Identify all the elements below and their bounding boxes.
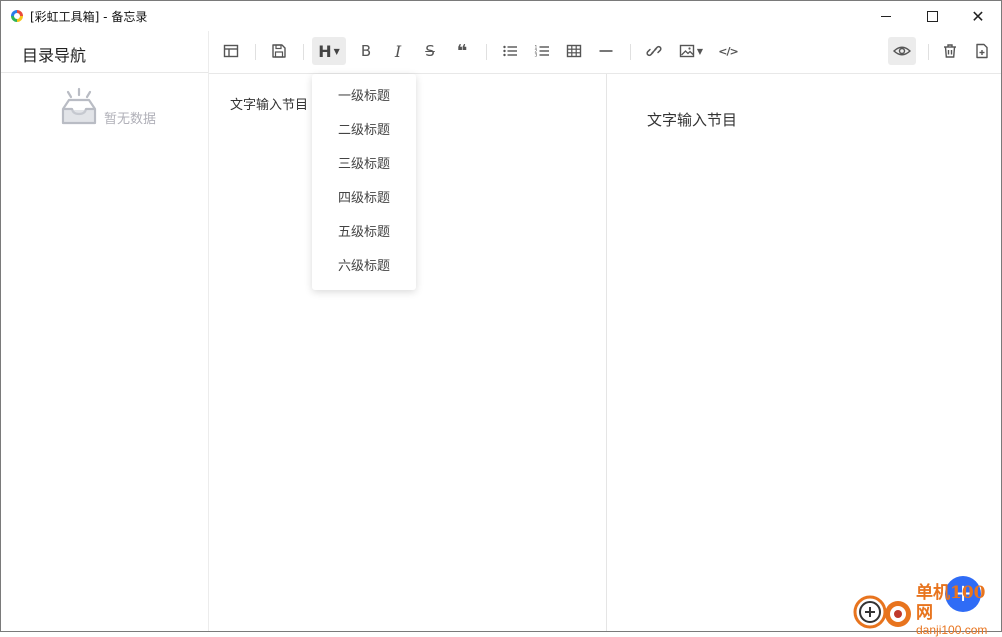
maximize-button[interactable] xyxy=(909,1,955,31)
heading-icon: H xyxy=(318,41,332,61)
heading-dropdown-menu: 一级标题 二级标题 三级标题 四级标题 五级标题 六级标题 xyxy=(312,74,416,290)
new-file-button[interactable] xyxy=(968,37,996,65)
preview-toggle-button[interactable] xyxy=(888,37,916,65)
app-logo-icon xyxy=(11,10,23,22)
app-window: [彩虹工具箱] - 备忘录 ✕ 目录导航 暂无数据 H ▼ B I S ❝ 1 … xyxy=(0,0,1002,632)
watermark-logo-icon xyxy=(852,588,914,632)
horizontal-rule-button[interactable] xyxy=(592,37,620,65)
code-icon: </> xyxy=(718,44,738,58)
sidebar: 目录导航 暂无数据 xyxy=(1,31,209,631)
table-icon xyxy=(566,44,582,58)
empty-inbox-icon xyxy=(61,87,97,125)
editor-toolbar: H ▼ B I S ❝ 123 ▼ </> xyxy=(209,31,1001,74)
minimize-icon xyxy=(881,15,891,17)
ordered-list-icon: 123 xyxy=(535,45,549,59)
italic-icon: I xyxy=(394,41,402,61)
delete-button[interactable] xyxy=(936,37,964,65)
toolbar-separator xyxy=(255,44,256,60)
maximize-icon xyxy=(926,10,938,22)
link-icon xyxy=(646,46,662,56)
watermark: 单机100网 danji100.com xyxy=(852,583,1002,637)
close-icon: ✕ xyxy=(971,6,985,26)
toolbar-separator xyxy=(928,44,929,60)
strikethrough-icon: S xyxy=(425,42,435,60)
empty-state: 暂无数据 xyxy=(57,87,156,127)
heading-menu-item-h3[interactable]: 三级标题 xyxy=(312,148,416,182)
table-button[interactable] xyxy=(560,37,588,65)
heading-button[interactable]: H ▼ xyxy=(312,37,346,65)
chevron-down-icon: ▼ xyxy=(333,46,340,56)
heading-menu-item-h1[interactable]: 一级标题 xyxy=(312,80,416,114)
editor-content[interactable]: 文字输入节目 xyxy=(230,94,308,113)
quote-button[interactable]: ❝ xyxy=(448,37,476,65)
empty-text: 暂无数据 xyxy=(104,111,157,127)
horizontal-rule-icon xyxy=(599,50,613,52)
toolbar-separator xyxy=(630,44,631,60)
bold-icon: B xyxy=(360,42,372,60)
link-button[interactable] xyxy=(640,37,668,65)
layout-icon xyxy=(223,44,239,58)
sidebar-divider xyxy=(1,72,208,73)
heading-menu-item-h4[interactable]: 四级标题 xyxy=(312,182,416,216)
sidebar-title: 目录导航 xyxy=(22,46,87,65)
heading-menu-item-h5[interactable]: 五级标题 xyxy=(312,216,416,250)
preview-content: 文字输入节目 xyxy=(647,111,738,129)
toolbar-separator xyxy=(486,44,487,60)
heading-menu-item-h2[interactable]: 二级标题 xyxy=(312,114,416,148)
watermark-url: danji100.com xyxy=(916,623,988,637)
image-button[interactable]: ▼ xyxy=(674,37,708,65)
bold-button[interactable]: B xyxy=(352,37,380,65)
window-title: [彩虹工具箱] - 备忘录 xyxy=(30,9,148,24)
preview-pane: 文字输入节目 xyxy=(607,74,1001,631)
strikethrough-button[interactable]: S xyxy=(416,37,444,65)
save-icon xyxy=(272,44,286,58)
toolbar-separator xyxy=(303,44,304,60)
layout-button[interactable] xyxy=(217,37,245,65)
title-bar: [彩虹工具箱] - 备忘录 ✕ xyxy=(1,1,1001,31)
code-button[interactable]: </> xyxy=(714,37,742,65)
heading-menu-item-h6[interactable]: 六级标题 xyxy=(312,250,416,284)
ordered-list-button[interactable]: 123 xyxy=(528,37,556,65)
image-icon xyxy=(679,44,695,58)
close-button[interactable]: ✕ xyxy=(955,1,1001,31)
quote-icon: ❝ xyxy=(456,40,468,62)
eye-icon xyxy=(893,46,911,56)
chevron-down-icon: ▼ xyxy=(696,46,704,56)
italic-button[interactable]: I xyxy=(384,37,412,65)
svg-text:3: 3 xyxy=(535,53,538,59)
file-add-icon xyxy=(976,43,988,59)
bullet-list-button[interactable] xyxy=(496,37,524,65)
bullet-list-icon xyxy=(503,45,517,57)
window-controls: ✕ xyxy=(863,1,1001,31)
watermark-title: 单机100网 xyxy=(916,583,986,623)
save-button[interactable] xyxy=(265,37,293,65)
trash-icon xyxy=(944,44,956,58)
minimize-button[interactable] xyxy=(863,1,909,31)
